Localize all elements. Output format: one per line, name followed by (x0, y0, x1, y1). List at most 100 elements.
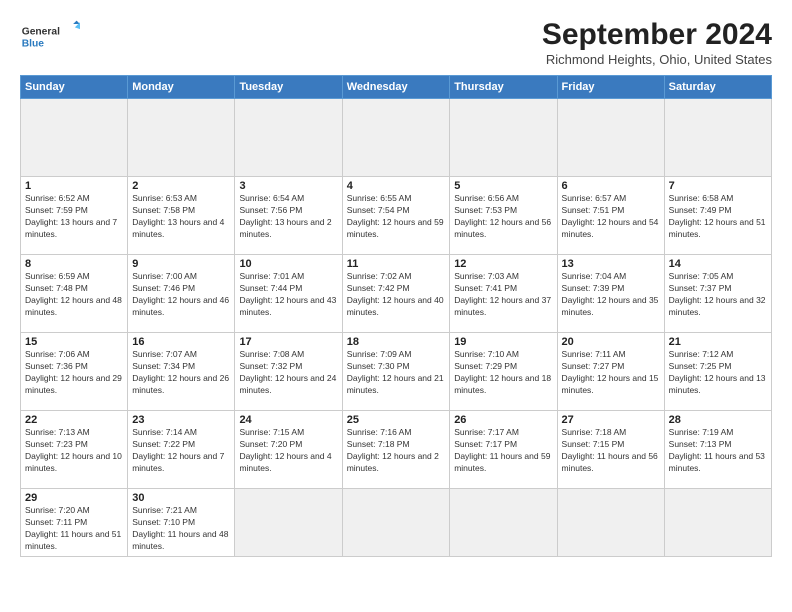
day-info: Sunrise: 7:13 AM Sunset: 7:23 PM Dayligh… (25, 427, 123, 475)
calendar-cell (128, 99, 235, 177)
day-number: 5 (454, 180, 552, 192)
calendar-cell: 7 Sunrise: 6:58 AM Sunset: 7:49 PM Dayli… (664, 177, 771, 255)
day-info: Sunrise: 7:21 AM Sunset: 7:10 PM Dayligh… (132, 505, 230, 553)
day-info: Sunrise: 6:59 AM Sunset: 7:48 PM Dayligh… (25, 271, 123, 319)
day-info: Sunrise: 7:07 AM Sunset: 7:34 PM Dayligh… (132, 349, 230, 397)
logo-svg: General Blue (20, 18, 80, 54)
calendar-cell: 9 Sunrise: 7:00 AM Sunset: 7:46 PM Dayli… (128, 255, 235, 333)
day-info: Sunrise: 6:55 AM Sunset: 7:54 PM Dayligh… (347, 193, 445, 241)
svg-text:General: General (22, 26, 60, 37)
day-info: Sunrise: 7:06 AM Sunset: 7:36 PM Dayligh… (25, 349, 123, 397)
day-number: 7 (669, 180, 767, 192)
day-number: 15 (25, 336, 123, 348)
calendar-cell (342, 99, 449, 177)
calendar-cell: 12 Sunrise: 7:03 AM Sunset: 7:41 PM Dayl… (450, 255, 557, 333)
calendar-cell: 14 Sunrise: 7:05 AM Sunset: 7:37 PM Dayl… (664, 255, 771, 333)
day-info: Sunrise: 7:03 AM Sunset: 7:41 PM Dayligh… (454, 271, 552, 319)
col-tuesday: Tuesday (235, 76, 342, 99)
calendar-cell: 19 Sunrise: 7:10 AM Sunset: 7:29 PM Dayl… (450, 333, 557, 411)
day-info: Sunrise: 6:56 AM Sunset: 7:53 PM Dayligh… (454, 193, 552, 241)
calendar-cell: 25 Sunrise: 7:16 AM Sunset: 7:18 PM Dayl… (342, 411, 449, 489)
calendar-cell: 30 Sunrise: 7:21 AM Sunset: 7:10 PM Dayl… (128, 489, 235, 557)
day-info: Sunrise: 7:17 AM Sunset: 7:17 PM Dayligh… (454, 427, 552, 475)
logo: General Blue (20, 18, 80, 54)
day-number: 4 (347, 180, 445, 192)
day-info: Sunrise: 7:19 AM Sunset: 7:13 PM Dayligh… (669, 427, 767, 475)
calendar-cell: 8 Sunrise: 6:59 AM Sunset: 7:48 PM Dayli… (21, 255, 128, 333)
day-number: 17 (239, 336, 337, 348)
day-info: Sunrise: 6:54 AM Sunset: 7:56 PM Dayligh… (239, 193, 337, 241)
day-number: 20 (562, 336, 660, 348)
day-info: Sunrise: 6:58 AM Sunset: 7:49 PM Dayligh… (669, 193, 767, 241)
day-info: Sunrise: 7:20 AM Sunset: 7:11 PM Dayligh… (25, 505, 123, 553)
day-number: 26 (454, 414, 552, 426)
day-number: 29 (25, 492, 123, 504)
calendar-cell: 22 Sunrise: 7:13 AM Sunset: 7:23 PM Dayl… (21, 411, 128, 489)
day-number: 3 (239, 180, 337, 192)
day-number: 24 (239, 414, 337, 426)
col-wednesday: Wednesday (342, 76, 449, 99)
day-info: Sunrise: 7:18 AM Sunset: 7:15 PM Dayligh… (562, 427, 660, 475)
day-info: Sunrise: 7:01 AM Sunset: 7:44 PM Dayligh… (239, 271, 337, 319)
calendar-cell: 20 Sunrise: 7:11 AM Sunset: 7:27 PM Dayl… (557, 333, 664, 411)
day-number: 6 (562, 180, 660, 192)
day-info: Sunrise: 7:04 AM Sunset: 7:39 PM Dayligh… (562, 271, 660, 319)
calendar: Sunday Monday Tuesday Wednesday Thursday… (20, 75, 772, 557)
day-number: 10 (239, 258, 337, 270)
day-info: Sunrise: 7:05 AM Sunset: 7:37 PM Dayligh… (669, 271, 767, 319)
col-saturday: Saturday (664, 76, 771, 99)
day-number: 22 (25, 414, 123, 426)
day-number: 19 (454, 336, 552, 348)
svg-text:Blue: Blue (22, 38, 45, 49)
calendar-cell (664, 489, 771, 557)
calendar-cell: 5 Sunrise: 6:56 AM Sunset: 7:53 PM Dayli… (450, 177, 557, 255)
col-thursday: Thursday (450, 76, 557, 99)
calendar-cell (557, 99, 664, 177)
day-number: 30 (132, 492, 230, 504)
calendar-cell: 16 Sunrise: 7:07 AM Sunset: 7:34 PM Dayl… (128, 333, 235, 411)
day-number: 8 (25, 258, 123, 270)
day-info: Sunrise: 7:02 AM Sunset: 7:42 PM Dayligh… (347, 271, 445, 319)
calendar-cell (342, 489, 449, 557)
day-info: Sunrise: 6:57 AM Sunset: 7:51 PM Dayligh… (562, 193, 660, 241)
calendar-cell (557, 489, 664, 557)
day-info: Sunrise: 7:16 AM Sunset: 7:18 PM Dayligh… (347, 427, 445, 475)
day-info: Sunrise: 6:53 AM Sunset: 7:58 PM Dayligh… (132, 193, 230, 241)
calendar-cell (21, 99, 128, 177)
day-number: 25 (347, 414, 445, 426)
day-number: 21 (669, 336, 767, 348)
day-number: 28 (669, 414, 767, 426)
calendar-cell: 10 Sunrise: 7:01 AM Sunset: 7:44 PM Dayl… (235, 255, 342, 333)
calendar-cell: 6 Sunrise: 6:57 AM Sunset: 7:51 PM Dayli… (557, 177, 664, 255)
calendar-cell: 24 Sunrise: 7:15 AM Sunset: 7:20 PM Dayl… (235, 411, 342, 489)
calendar-cell (450, 99, 557, 177)
day-info: Sunrise: 7:14 AM Sunset: 7:22 PM Dayligh… (132, 427, 230, 475)
day-number: 11 (347, 258, 445, 270)
day-number: 18 (347, 336, 445, 348)
day-number: 1 (25, 180, 123, 192)
day-info: Sunrise: 7:00 AM Sunset: 7:46 PM Dayligh… (132, 271, 230, 319)
day-number: 27 (562, 414, 660, 426)
day-info: Sunrise: 7:10 AM Sunset: 7:29 PM Dayligh… (454, 349, 552, 397)
day-info: Sunrise: 6:52 AM Sunset: 7:59 PM Dayligh… (25, 193, 123, 241)
day-number: 9 (132, 258, 230, 270)
day-number: 2 (132, 180, 230, 192)
calendar-cell (664, 99, 771, 177)
calendar-cell: 26 Sunrise: 7:17 AM Sunset: 7:17 PM Dayl… (450, 411, 557, 489)
calendar-cell: 23 Sunrise: 7:14 AM Sunset: 7:22 PM Dayl… (128, 411, 235, 489)
calendar-cell: 3 Sunrise: 6:54 AM Sunset: 7:56 PM Dayli… (235, 177, 342, 255)
day-info: Sunrise: 7:15 AM Sunset: 7:20 PM Dayligh… (239, 427, 337, 475)
calendar-cell: 11 Sunrise: 7:02 AM Sunset: 7:42 PM Dayl… (342, 255, 449, 333)
calendar-cell: 1 Sunrise: 6:52 AM Sunset: 7:59 PM Dayli… (21, 177, 128, 255)
calendar-cell: 21 Sunrise: 7:12 AM Sunset: 7:25 PM Dayl… (664, 333, 771, 411)
day-info: Sunrise: 7:12 AM Sunset: 7:25 PM Dayligh… (669, 349, 767, 397)
calendar-cell: 28 Sunrise: 7:19 AM Sunset: 7:13 PM Dayl… (664, 411, 771, 489)
day-info: Sunrise: 7:08 AM Sunset: 7:32 PM Dayligh… (239, 349, 337, 397)
calendar-cell (235, 99, 342, 177)
calendar-cell: 2 Sunrise: 6:53 AM Sunset: 7:58 PM Dayli… (128, 177, 235, 255)
header: General Blue September 2024 Richmond Hei… (20, 18, 772, 67)
day-number: 14 (669, 258, 767, 270)
calendar-cell: 29 Sunrise: 7:20 AM Sunset: 7:11 PM Dayl… (21, 489, 128, 557)
calendar-header-row: Sunday Monday Tuesday Wednesday Thursday… (21, 76, 772, 99)
day-number: 16 (132, 336, 230, 348)
